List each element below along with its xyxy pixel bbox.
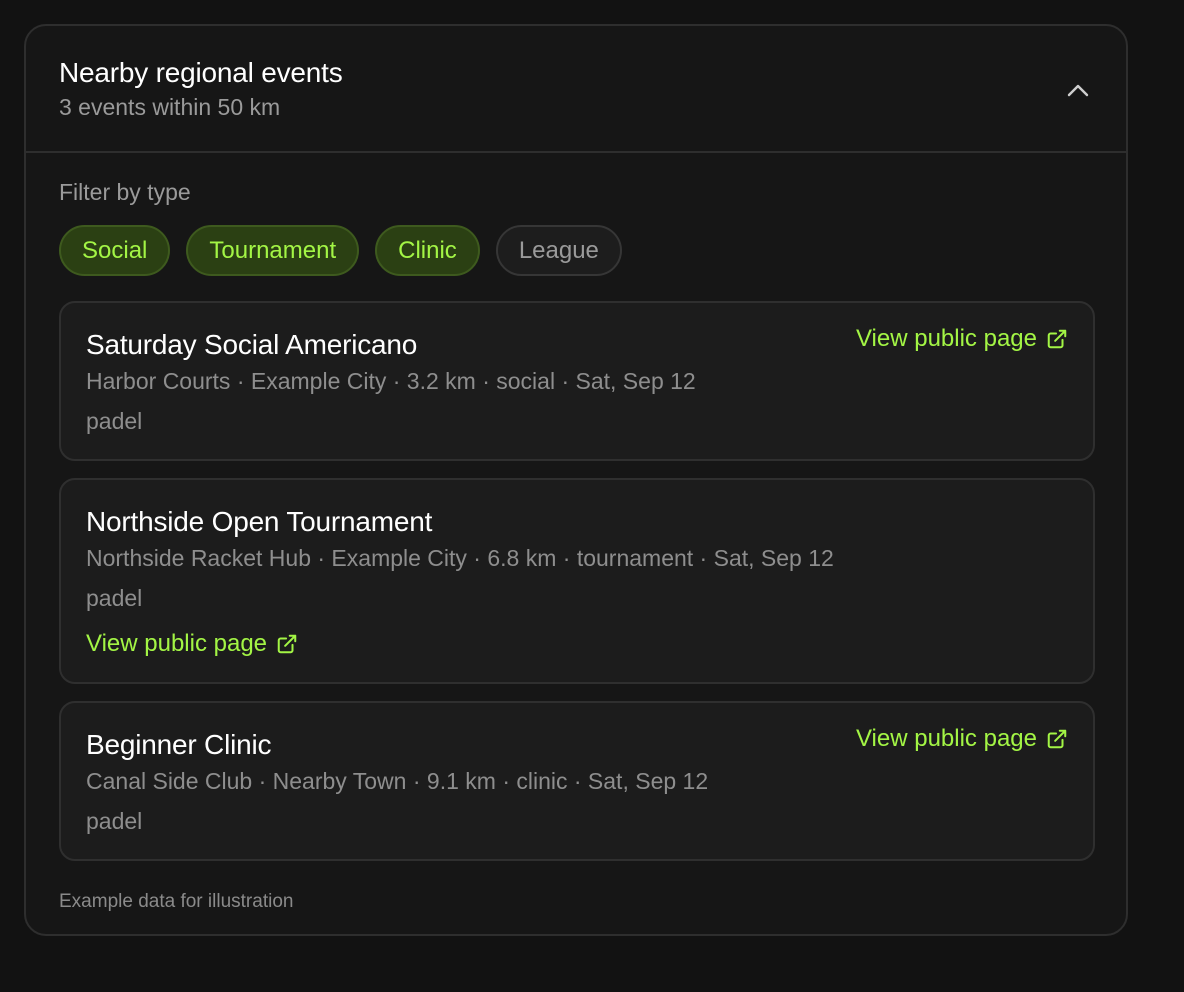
footnote: Example data for illustration (59, 891, 294, 912)
panel-title: Nearby regional events (59, 57, 343, 88)
filter-chips: Social Tournament Clinic League (59, 225, 1093, 276)
collapse-button[interactable] (1060, 72, 1096, 108)
event-meta: Northside Racket Hub · Example City · 6.… (86, 545, 834, 571)
event-card: Saturday Social Americano Harbor Courts … (59, 301, 1095, 461)
event-sport: padel (86, 408, 143, 434)
event-card: Northside Open Tournament Northside Rack… (59, 478, 1095, 684)
filter-chip-league[interactable]: League (495, 225, 622, 276)
event-sport: padel (86, 585, 143, 611)
view-public-page-link[interactable]: View public page (856, 723, 1068, 755)
chevron-up-icon (1067, 84, 1089, 97)
events-list: Saturday Social Americano Harbor Courts … (59, 301, 1095, 861)
external-link-icon (1047, 729, 1067, 749)
view-public-page-link[interactable]: View public page (86, 628, 298, 660)
view-public-page-label: View public page (86, 630, 268, 657)
nearby-events-panel: Nearby regional events 3 events within 5… (24, 24, 1128, 936)
event-meta: Harbor Courts · Example City · 3.2 km · … (86, 368, 696, 394)
panel-subtitle: 3 events within 50 km (59, 94, 281, 120)
filter-label: Filter by type (59, 179, 191, 205)
panel-body: Filter by type Social Tournament Clinic … (26, 153, 1126, 913)
external-link-icon (1047, 329, 1067, 349)
view-public-page-link[interactable]: View public page (856, 323, 1068, 355)
event-meta: Canal Side Club · Nearby Town · 9.1 km ·… (86, 768, 709, 794)
event-sport: padel (86, 808, 143, 834)
filter-chip-clinic[interactable]: Clinic (375, 225, 480, 276)
filter-chip-tournament[interactable]: Tournament (186, 225, 360, 276)
filter-chip-social[interactable]: Social (59, 225, 171, 276)
view-public-page-label: View public page (855, 325, 1037, 352)
external-link-icon (277, 634, 297, 654)
event-title: Northside Open Tournament (86, 506, 433, 537)
view-public-page-label: View public page (855, 725, 1037, 752)
event-card: Beginner Clinic Canal Side Club · Nearby… (59, 701, 1095, 861)
panel-header: Nearby regional events 3 events within 5… (26, 26, 1126, 153)
